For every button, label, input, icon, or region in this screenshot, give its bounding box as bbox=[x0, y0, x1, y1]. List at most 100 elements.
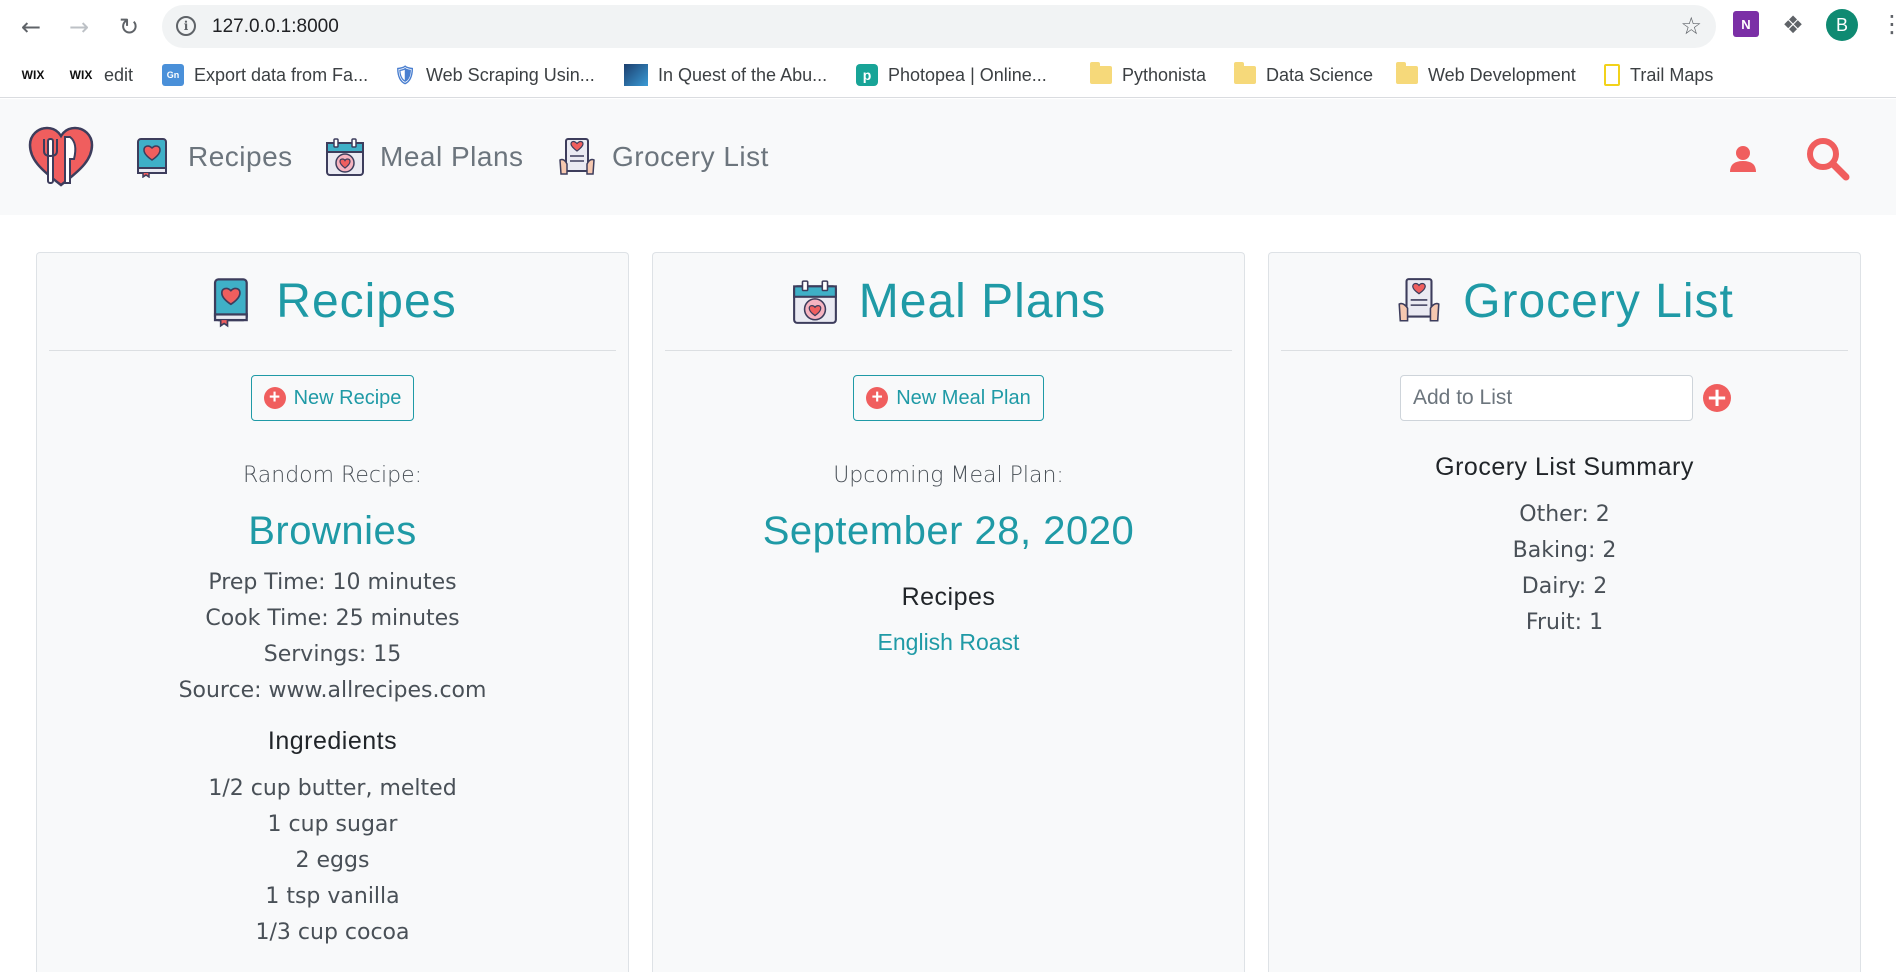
ingredient-item: 2 eggs bbox=[295, 848, 370, 873]
folder-icon bbox=[1090, 62, 1112, 84]
meal-plan-recipes-heading: Recipes bbox=[901, 583, 996, 611]
quest-icon bbox=[624, 64, 648, 86]
bookmark-star-icon[interactable]: ☆ bbox=[1680, 12, 1702, 40]
search-icon[interactable] bbox=[1804, 135, 1850, 181]
grocery-list-icon bbox=[559, 138, 595, 175]
trail-icon bbox=[1604, 64, 1620, 86]
nav-grocery-list-label: Grocery List bbox=[612, 141, 769, 172]
bookmark-label: Web Development bbox=[1428, 64, 1576, 85]
browser-menu-icon[interactable]: ⋮ bbox=[1880, 10, 1896, 38]
photopea-icon: p bbox=[856, 64, 878, 86]
add-to-list-form: + bbox=[1400, 375, 1731, 421]
bookmarks-bar: WIX WIX edit Gn Export data from Fa... 🛡… bbox=[0, 52, 1896, 98]
recipe-book-icon bbox=[214, 277, 249, 327]
nav-recipes[interactable]: Recipes bbox=[132, 135, 293, 179]
summary-item: Other: 2 bbox=[1519, 502, 1610, 527]
prep-time: Prep Time: 10 minutes bbox=[208, 570, 457, 595]
bookmark-trail-maps[interactable]: Trail Maps bbox=[1604, 62, 1713, 88]
bookmark-wix[interactable]: WIX bbox=[20, 62, 46, 88]
bookmark-web-development[interactable]: Web Development bbox=[1396, 62, 1576, 88]
recipe-details: Prep Time: 10 minutes Cook Time: 25 minu… bbox=[37, 565, 628, 709]
recipes-card-header: Recipes bbox=[49, 253, 616, 351]
grocery-list-card: Grocery List + Grocery List Summary Othe… bbox=[1268, 252, 1861, 972]
meal-plans-card-title: Meal Plans bbox=[858, 275, 1107, 328]
bookmark-label: Data Science bbox=[1266, 64, 1374, 85]
bookmark-label: Photopea | Online... bbox=[888, 64, 1047, 85]
random-recipe-label: Random Recipe: bbox=[242, 463, 423, 488]
ingredient-item: 1 tsp vanilla bbox=[265, 884, 400, 909]
bookmark-label: Web Scraping Usin... bbox=[426, 64, 595, 85]
servings: Servings: 15 bbox=[263, 642, 402, 667]
new-meal-plan-label: New Meal Plan bbox=[896, 386, 1031, 409]
bookmark-label: edit bbox=[104, 64, 134, 85]
bookmark-in-quest[interactable]: In Quest of the Abu... bbox=[624, 62, 827, 88]
heart-fork-knife-logo-icon[interactable] bbox=[28, 125, 94, 191]
calendar-heart-icon bbox=[792, 279, 837, 324]
nav-meal-plans[interactable]: Meal Plans bbox=[324, 135, 524, 179]
ingredients-heading: Ingredients bbox=[267, 727, 398, 755]
extensions-puzzle-icon[interactable]: ❖ bbox=[1779, 11, 1807, 39]
grocery-list-icon bbox=[1398, 277, 1440, 321]
onenote-extension-icon[interactable]: N bbox=[1733, 11, 1759, 37]
calendar-heart-icon bbox=[326, 138, 364, 176]
profile-avatar[interactable]: B bbox=[1826, 9, 1858, 41]
ingredients-list: 1/2 cup butter, melted 1 cup sugar 2 egg… bbox=[37, 771, 628, 951]
bookmark-label: Trail Maps bbox=[1630, 64, 1714, 85]
bookmark-web-scraping[interactable]: 🛡 Web Scraping Usin... bbox=[394, 62, 595, 88]
gn-icon: Gn bbox=[162, 64, 184, 86]
bookmark-photopea[interactable]: p Photopea | Online... bbox=[856, 62, 1047, 88]
new-recipe-wrap: + New Recipe bbox=[37, 375, 628, 421]
back-arrow-icon[interactable]: ← bbox=[14, 10, 48, 44]
recipes-card: Recipes + New Recipe Random Recipe: Brow… bbox=[36, 252, 629, 972]
bookmark-pythonista[interactable]: Pythonista bbox=[1090, 62, 1206, 88]
grocery-list-card-title: Grocery List bbox=[1463, 275, 1734, 328]
address-bar[interactable]: i 127.0.0.1:8000 ☆ bbox=[162, 5, 1716, 48]
source: Source: www.allrecipes.com bbox=[178, 678, 487, 703]
nav-recipes-label: Recipes bbox=[188, 141, 293, 172]
nav-grocery-list[interactable]: Grocery List bbox=[556, 135, 769, 179]
add-item-plus-icon[interactable]: + bbox=[1703, 384, 1731, 412]
add-to-list-input[interactable] bbox=[1400, 375, 1693, 421]
user-icon[interactable] bbox=[1728, 144, 1758, 174]
bookmark-export-data[interactable]: Gn Export data from Fa... bbox=[162, 62, 368, 88]
meal-plan-recipe-link[interactable]: English Roast bbox=[653, 629, 1244, 656]
upcoming-meal-plan-date[interactable]: September 28, 2020 bbox=[653, 509, 1244, 554]
ingredient-item: 1/2 cup butter, melted bbox=[208, 776, 457, 801]
grocery-summary-list: Other: 2 Baking: 2 Dairy: 2 Fruit: 1 bbox=[1269, 497, 1860, 641]
cook-time: Cook Time: 25 minutes bbox=[205, 606, 460, 631]
bookmark-label: In Quest of the Abu... bbox=[658, 64, 828, 85]
random-recipe-name[interactable]: Brownies bbox=[37, 509, 628, 554]
new-meal-plan-button[interactable]: + New Meal Plan bbox=[853, 375, 1044, 421]
site-navbar: Recipes Meal Plans Grocery List bbox=[0, 99, 1896, 215]
meal-plans-card: Meal Plans + New Meal Plan Upcoming Meal… bbox=[652, 252, 1245, 972]
url-text[interactable]: 127.0.0.1:8000 bbox=[212, 16, 339, 38]
recipe-book-icon bbox=[137, 138, 167, 178]
summary-item: Baking: 2 bbox=[1512, 538, 1617, 563]
grocery-summary-heading: Grocery List Summary bbox=[1435, 453, 1694, 481]
upcoming-meal-plan-label: Upcoming Meal Plan: bbox=[833, 463, 1064, 488]
browser-toolbar: ← → ↻ i 127.0.0.1:8000 ☆ N ❖ B ⋮ bbox=[0, 0, 1896, 52]
forward-arrow-icon[interactable]: → bbox=[62, 10, 96, 44]
ingredient-item: 1 cup sugar bbox=[267, 812, 398, 837]
wix-icon: WIX bbox=[21, 68, 45, 82]
bookmark-wix-edit[interactable]: WIX edit bbox=[68, 62, 133, 88]
shield-icon: 🛡 bbox=[393, 64, 417, 85]
grocery-list-card-header: Grocery List bbox=[1281, 253, 1848, 351]
wix-icon: WIX bbox=[69, 68, 93, 82]
bookmark-data-science[interactable]: Data Science bbox=[1234, 62, 1373, 88]
bookmark-label: Export data from Fa... bbox=[194, 64, 369, 85]
folder-icon bbox=[1396, 62, 1418, 84]
bookmark-label: Pythonista bbox=[1122, 64, 1207, 85]
folder-icon bbox=[1234, 62, 1256, 84]
nav-meal-plans-label: Meal Plans bbox=[380, 141, 524, 172]
ingredient-item: 1/3 cup cocoa bbox=[255, 920, 410, 945]
reload-icon[interactable]: ↻ bbox=[112, 10, 146, 44]
new-recipe-button[interactable]: + New Recipe bbox=[250, 375, 415, 421]
site-info-icon[interactable]: i bbox=[176, 16, 196, 36]
recipes-card-title: Recipes bbox=[276, 275, 457, 328]
new-recipe-label: New Recipe bbox=[293, 386, 402, 409]
summary-item: Dairy: 2 bbox=[1521, 574, 1608, 599]
new-meal-plan-wrap: + New Meal Plan bbox=[653, 375, 1244, 421]
summary-item: Fruit: 1 bbox=[1525, 610, 1604, 635]
plus-circle-icon: + bbox=[866, 387, 889, 409]
